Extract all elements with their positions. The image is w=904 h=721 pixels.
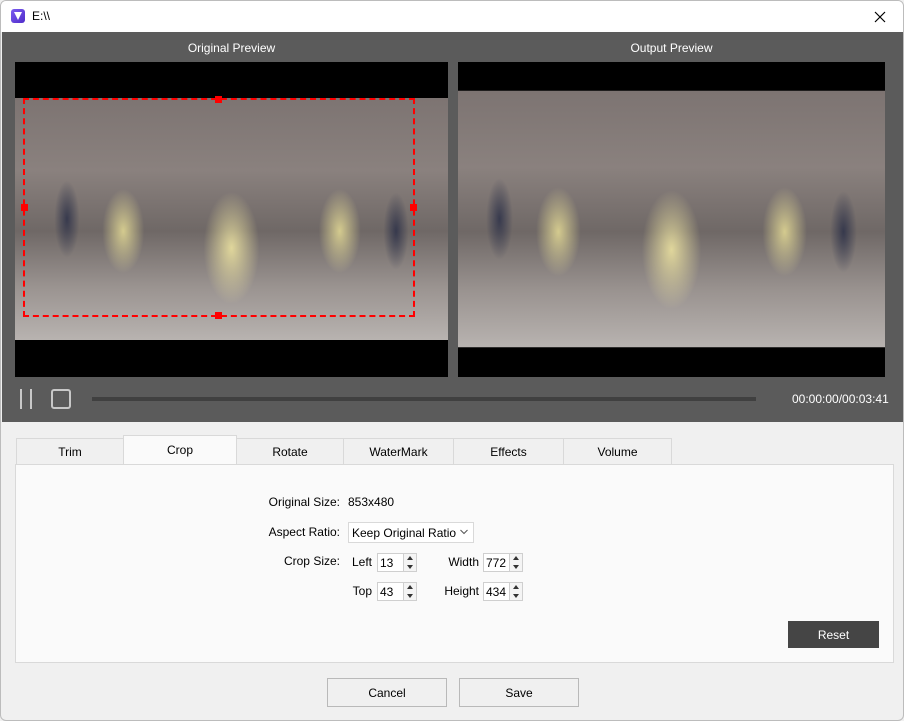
output-video-frame	[458, 90, 885, 348]
close-button[interactable]	[857, 1, 903, 32]
output-preview-label: Output Preview	[630, 41, 713, 55]
top-value[interactable]: 43	[378, 585, 403, 599]
pause-button[interactable]	[19, 389, 35, 409]
left-spinbox[interactable]: 13	[377, 553, 417, 572]
seek-slider[interactable]	[92, 397, 756, 401]
tab-watermark[interactable]: WaterMark	[343, 438, 454, 465]
width-value[interactable]: 772	[484, 556, 509, 570]
cancel-button[interactable]: Cancel	[327, 678, 447, 707]
original-preview-video	[15, 62, 448, 377]
time-readout: 00:00:00/00:03:41	[792, 392, 889, 406]
crop-handle-bottom[interactable]	[215, 312, 222, 319]
top-increment-icon[interactable]	[404, 583, 416, 592]
tab-crop[interactable]: Crop	[123, 435, 237, 464]
width-increment-icon[interactable]	[510, 554, 522, 563]
width-decrement-icon[interactable]	[510, 563, 522, 572]
height-decrement-icon[interactable]	[510, 592, 522, 601]
original-preview-label: Original Preview	[187, 41, 276, 55]
aspect-ratio-label: Aspect Ratio:	[268, 525, 340, 539]
original-size-value: 853x480	[348, 495, 395, 509]
width-label: Width	[448, 555, 479, 569]
tab-volume[interactable]: Volume	[563, 438, 672, 465]
crop-size-label: Crop Size:	[283, 554, 340, 568]
original-size-label: Original Size:	[268, 495, 340, 509]
left-decrement-icon[interactable]	[404, 563, 416, 572]
preview-area: Original Preview Output Preview 00:00:00…	[2, 32, 903, 422]
close-icon	[874, 11, 886, 22]
chevron-down-icon	[460, 529, 468, 535]
top-decrement-icon[interactable]	[404, 592, 416, 601]
stop-button[interactable]	[51, 389, 71, 409]
title-bar: E:\\	[1, 1, 903, 32]
app-logo-icon	[11, 9, 25, 23]
left-increment-icon[interactable]	[404, 554, 416, 563]
height-spinbox[interactable]: 434	[483, 582, 523, 601]
edit-tabs: Trim Crop Rotate WaterMark Effects Volum…	[16, 435, 672, 465]
crop-handle-left[interactable]	[21, 203, 28, 211]
height-label: Height	[444, 584, 479, 598]
tab-trim[interactable]: Trim	[16, 438, 124, 465]
left-label: Left	[351, 555, 372, 569]
height-increment-icon[interactable]	[510, 583, 522, 592]
crop-selection-rectangle[interactable]	[21, 96, 417, 319]
top-spinbox[interactable]: 43	[377, 582, 417, 601]
height-value[interactable]: 434	[484, 585, 509, 599]
save-button[interactable]: Save	[459, 678, 579, 707]
crop-handle-right[interactable]	[410, 203, 417, 211]
aspect-ratio-value: Keep Original Ratio	[352, 525, 457, 540]
crop-handle-top[interactable]	[215, 96, 222, 103]
video-frame-image	[458, 90, 885, 348]
left-value[interactable]: 13	[378, 556, 403, 570]
output-preview-video	[458, 62, 885, 377]
aspect-ratio-select[interactable]: Keep Original Ratio	[348, 522, 474, 543]
crop-dialog-window: E:\\ Original Preview Output Preview 00:…	[0, 0, 904, 721]
reset-button[interactable]: Reset	[788, 621, 879, 648]
tab-effects[interactable]: Effects	[453, 438, 564, 465]
crop-tab-panel: Original Size: 853x480 Aspect Ratio: Kee…	[15, 464, 894, 663]
top-label: Top	[352, 584, 372, 598]
width-spinbox[interactable]: 772	[483, 553, 523, 572]
window-title: E:\\	[32, 9, 51, 23]
tab-rotate[interactable]: Rotate	[236, 438, 344, 465]
